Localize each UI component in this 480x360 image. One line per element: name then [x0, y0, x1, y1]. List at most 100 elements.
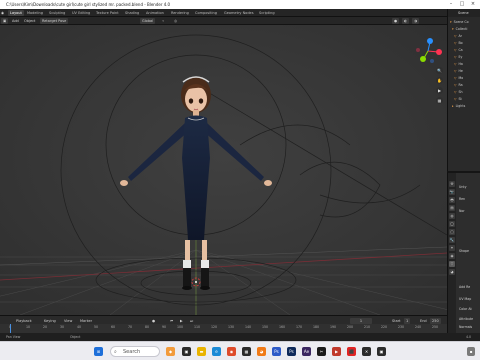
3d-viewport[interactable]: Select Box Options [0, 25, 447, 315]
ae-app-icon[interactable]: Ae [302, 347, 311, 356]
prop-label: Nor [459, 209, 465, 213]
store-icon[interactable]: ▦ [242, 347, 251, 356]
zoom-icon[interactable]: 🔍 [436, 67, 443, 74]
tab-rendering[interactable]: Rendering [171, 10, 189, 16]
media-app-icon[interactable]: ▶ [332, 347, 341, 356]
prop-label[interactable]: UV Map [459, 297, 471, 301]
object-menu[interactable]: Object [22, 18, 37, 24]
notification-icon[interactable]: ▪ [467, 347, 475, 356]
object-tab-icon[interactable]: ▢ [449, 229, 455, 235]
status-version: 4.0 [466, 335, 472, 339]
world-tab-icon[interactable]: ◯ [449, 221, 455, 227]
tab-sculpting[interactable]: Sculpting [49, 10, 65, 16]
outliner-row[interactable]: ▽ Sh [454, 89, 480, 96]
editor-type-button[interactable]: ▣ [1, 18, 9, 24]
tab-shading[interactable]: Shading [125, 10, 139, 16]
timeline-header: Playback Keying View Marker ● ⏮ ▶ ⏭ 1 St… [0, 315, 447, 324]
prop-label[interactable]: Normals [459, 325, 472, 329]
windows-taskbar: ⊞ ⌕ Search ◆ ▣ ▬ e ◉ ▦ ◕ Ps Ps Ae ✂ ▶ ⬛ … [0, 341, 480, 360]
particles-tab-icon[interactable]: ✦ [449, 245, 455, 251]
frame-tick: 210 [364, 325, 371, 329]
timeline-ruler[interactable]: 0 10 20 30 40 50 60 70 80 90 100 110 120… [0, 324, 447, 333]
tool-tab-icon[interactable]: ⚒ [449, 181, 455, 187]
minimize-button[interactable]: – [446, 1, 456, 8]
capcut-icon[interactable]: ✂ [317, 347, 326, 356]
outliner-row[interactable]: ▽ Ca [454, 47, 480, 54]
window-titlebar: C:\Users\Kim\Downloads\cute girl\cute gi… [0, 0, 480, 9]
app-icon[interactable]: ▣ [377, 347, 386, 356]
add-menu[interactable]: Add [10, 18, 21, 24]
outliner-row[interactable]: ▽ Ar [454, 33, 480, 40]
camera-view-icon[interactable]: ▶ [436, 87, 443, 94]
frame-tick: 90 [162, 325, 167, 329]
frame-tick: 240 [415, 325, 422, 329]
pdf-app-icon[interactable]: ⬛ [347, 347, 356, 356]
workspace-bar: ◉ Layout Modeling Sculpting UV Editing T… [0, 9, 447, 17]
viewport-shading-solid-icon[interactable]: ● [392, 18, 400, 24]
playhead[interactable] [10, 324, 11, 333]
snap-icon[interactable]: ⌁ [160, 18, 166, 24]
chrome-browser-icon[interactable]: ◉ [227, 347, 236, 356]
xbox-icon[interactable]: ✕ [362, 347, 371, 356]
frame-tick: 230 [398, 325, 405, 329]
ps-app-icon[interactable]: Ps [287, 347, 296, 356]
outliner-row[interactable]: ▾ Scene Co [450, 19, 480, 26]
search-icon: ⌕ [114, 349, 117, 355]
status-bar: Pan View Object 4.0 [0, 333, 480, 341]
edge-browser-icon[interactable]: e [212, 347, 221, 356]
viewport-shading-rendered-icon[interactable]: ◑ [412, 18, 420, 24]
pan-hand-icon[interactable]: ✋ [436, 77, 443, 84]
windows-start-icon[interactable]: ⊞ [94, 347, 103, 356]
material-tab-icon[interactable]: ◕ [449, 269, 455, 275]
blender-logo-icon[interactable]: ◉ [1, 10, 4, 16]
scene-tab-icon[interactable]: ◍ [449, 213, 455, 219]
prop-label[interactable]: Add Re [459, 285, 470, 289]
prop-label[interactable]: Attribute [459, 317, 473, 321]
perspective-toggle-icon[interactable]: ▦ [436, 97, 443, 104]
outliner-row[interactable]: ▸ Lights [452, 103, 480, 110]
output-tab-icon[interactable]: 🖶 [449, 197, 455, 203]
tab-texture-paint[interactable]: Texture Paint [96, 10, 119, 16]
maximize-button[interactable]: □ [457, 1, 467, 8]
file-explorer-icon[interactable]: ▬ [197, 347, 206, 356]
transform-space-dropdown[interactable]: Global [140, 18, 156, 24]
frame-tick: 30 [60, 325, 65, 329]
tab-animation[interactable]: Animation [146, 10, 164, 16]
taskbar-search[interactable]: ⌕ Search [110, 346, 160, 357]
data-tab-icon[interactable]: ▽ [449, 261, 455, 267]
widget-icon[interactable]: ◆ [166, 347, 175, 356]
outliner-row[interactable]: ▽ Ha [454, 61, 480, 68]
outliner-row[interactable]: ▽ Bo [454, 40, 480, 47]
outliner-row[interactable]: ▽ He [454, 68, 480, 75]
proportional-edit-icon[interactable]: ◎ [172, 18, 179, 24]
frame-tick: 150 [262, 325, 269, 329]
outliner-row[interactable]: ▽ St [454, 96, 480, 103]
viewport-header: ▣ Add Object Retarget Pose Global ⌁ ◎ ● … [0, 17, 447, 25]
render-tab-icon[interactable]: 📷 [449, 189, 455, 195]
task-view-icon[interactable]: ▣ [182, 347, 191, 356]
frame-tick: 250 [432, 325, 439, 329]
blender-app-icon[interactable]: ◕ [257, 347, 266, 356]
prop-label[interactable]: Color At [459, 307, 472, 311]
tab-geometry-nodes[interactable]: Geometry Nodes [224, 10, 254, 16]
frame-tick: 50 [94, 325, 99, 329]
close-button[interactable]: × [468, 1, 478, 8]
tab-modeling[interactable]: Modeling [27, 10, 43, 16]
tab-compositing[interactable]: Compositing [195, 10, 217, 16]
photoshop-icon[interactable]: Ps [272, 347, 281, 356]
tab-layout[interactable]: Layout [8, 10, 24, 16]
status-left: Pan View [6, 335, 21, 339]
modifier-tab-icon[interactable]: 🔧 [449, 237, 455, 243]
frame-tick: 20 [43, 325, 48, 329]
outliner-row[interactable]: ▽ Mo [454, 75, 480, 82]
tab-uv-editing[interactable]: UV Editing [72, 10, 90, 16]
physics-tab-icon[interactable]: ◉ [449, 253, 455, 259]
tab-scripting[interactable]: Scripting [259, 10, 275, 16]
outliner-row[interactable]: ▽ Ra [454, 82, 480, 89]
frame-tick: 220 [381, 325, 388, 329]
view-layer-tab-icon[interactable]: ▤ [449, 205, 455, 211]
outliner-row[interactable]: ▽ Ey [454, 54, 480, 61]
outliner-row[interactable]: ▾ Collecti [452, 26, 480, 33]
viewport-shading-material-icon[interactable]: ◐ [402, 18, 410, 24]
retarget-dropdown[interactable]: Retarget Pose [40, 18, 69, 24]
